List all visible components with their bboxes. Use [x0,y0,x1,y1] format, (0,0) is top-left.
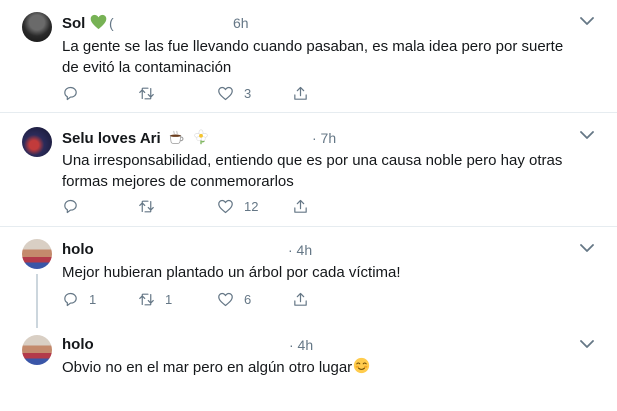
smiling-face-emoji [354,357,370,374]
retweet-icon [139,293,154,305]
like-count: 3 [244,85,252,101]
avatar[interactable] [22,127,52,157]
retweet-button[interactable] [138,83,165,103]
tweet-text: La gente se las fue llevando cuando pasa… [62,38,564,76]
action-bar: 12 [62,196,362,218]
chevron-down-icon[interactable] [580,339,594,349]
share-icon [294,199,307,213]
reply-tweet-3[interactable]: holo · 4h Mejor hubieran plantado un árb… [0,227,617,325]
green-heart-emoji [90,14,106,30]
reply-icon [64,292,77,306]
share-button[interactable] [292,196,309,216]
reply-button[interactable] [62,83,89,103]
like-icon [218,292,233,306]
like-icon [218,199,233,213]
reply-tweet-1[interactable]: Sol ( 6h La gente se las fue llevando cu… [0,0,617,112]
reply-button[interactable]: 1 [62,289,96,309]
timestamp[interactable]: · 7h [312,130,336,146]
reply-tweet-4[interactable]: holo · 4h Obvio no en el mar pero en alg… [0,325,617,411]
like-button[interactable]: 12 [217,196,258,216]
like-button[interactable]: 6 [217,289,251,309]
chevron-down-icon[interactable] [580,130,594,140]
like-count: 6 [244,291,252,307]
avatar[interactable] [22,12,52,42]
retweet-button[interactable]: 1 [138,289,172,309]
tweet-text: Mejor hubieran plantado un árbol por cad… [62,264,401,281]
like-button[interactable]: 3 [217,83,251,103]
share-icon [294,292,307,306]
reply-button[interactable] [62,196,89,216]
timestamp[interactable]: · 4h [288,242,312,258]
author-name[interactable]: holo [62,336,94,353]
tweet-text: Obvio no en el mar pero en algún otro lu… [62,357,582,378]
flower-emoji [194,129,208,145]
retweet-icon [139,87,154,99]
chevron-down-icon[interactable] [580,243,594,253]
action-bar: 1 1 6 [62,289,362,311]
tweet-text: Una irresponsabilidad, entiendo que es p… [62,152,563,190]
chevron-down-icon[interactable] [580,16,594,26]
coffee-emoji [169,130,184,144]
reply-count: 1 [89,291,97,307]
reply-tweet-2[interactable]: Selu loves Ari · 7h Una irresponsabilida… [0,113,617,226]
reply-icon [64,86,77,100]
action-bar: 3 [62,83,362,105]
retweet-icon [139,200,154,212]
like-icon [218,86,233,100]
author-name[interactable]: Sol [62,14,107,32]
retweet-count: 1 [165,291,173,307]
author-name[interactable]: Selu loves Ari [62,129,209,147]
author-handle[interactable]: ( [109,15,114,31]
share-button[interactable] [292,83,309,103]
share-button[interactable] [292,289,309,309]
timestamp[interactable]: · 4h [289,337,313,353]
author-name[interactable]: holo [62,241,94,258]
avatar[interactable] [22,239,52,269]
retweet-button[interactable] [138,196,165,216]
timestamp[interactable]: 6h [233,15,249,31]
reply-icon [64,199,77,213]
avatar[interactable] [22,335,52,365]
share-icon [294,86,307,100]
like-count: 12 [244,198,259,214]
